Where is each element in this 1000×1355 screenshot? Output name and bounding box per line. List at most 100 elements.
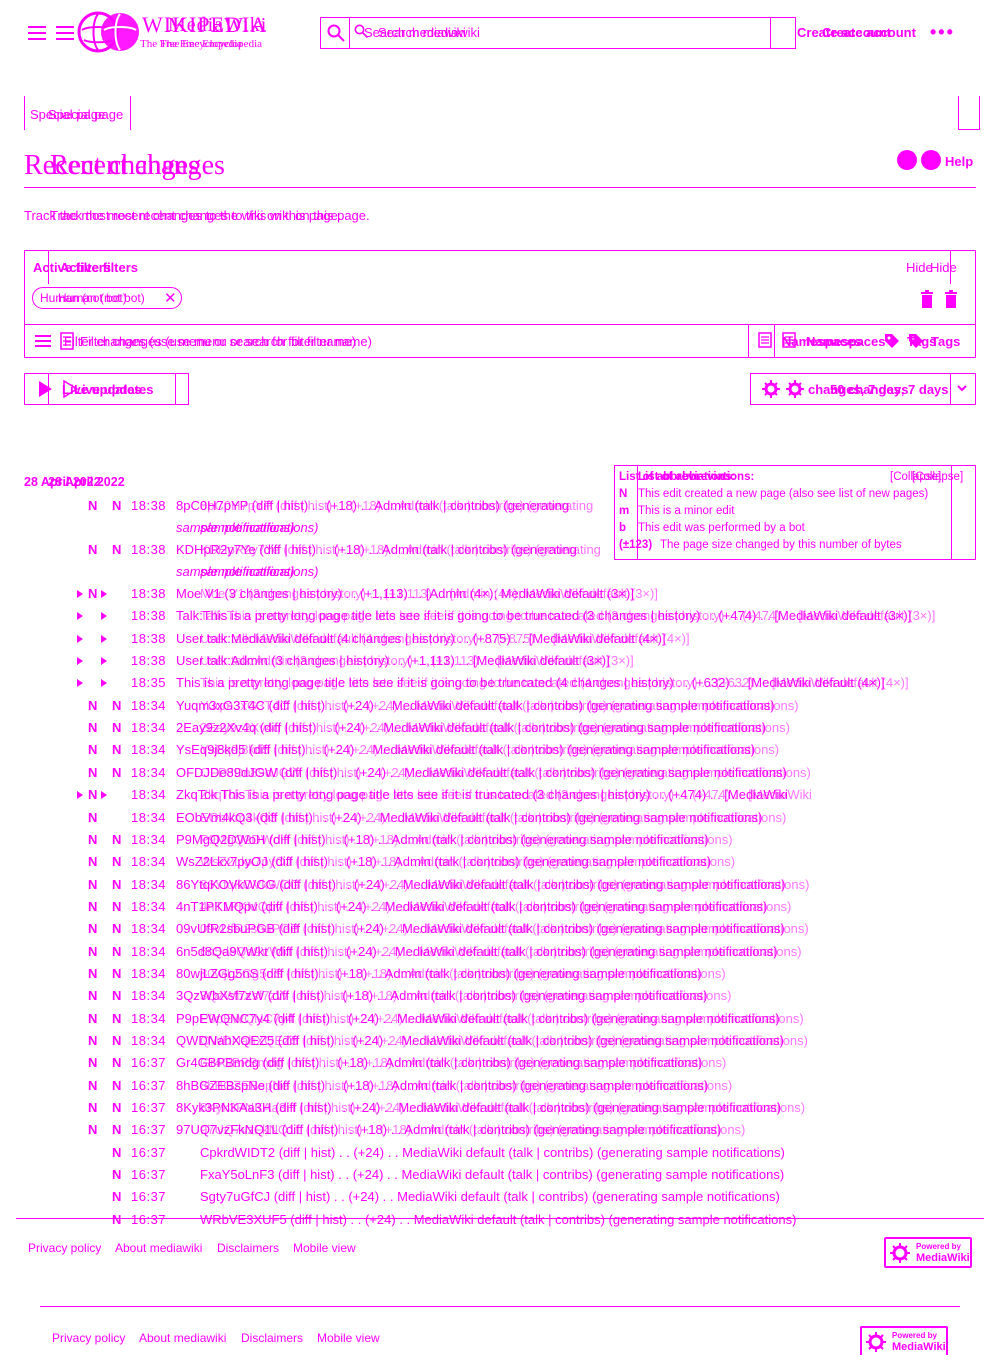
change-row[interactable]: 18:38 User talk:MediaWiki default (4 chan… <box>0 631 1000 653</box>
change-row[interactable]: N N 18:34 3QzWbXsf7zW (diff | hist) . . (+1… <box>0 988 1000 1010</box>
footer-link[interactable]: Disclaimers <box>217 1241 279 1255</box>
footer-link[interactable]: Privacy policy <box>28 1241 101 1255</box>
remove-filter-icon[interactable]: ✕ <box>164 289 177 307</box>
change-row[interactable]: N N 18:34 4nT1PKMQpv (diff | hist) . . (+24… <box>0 899 1000 921</box>
footer-link[interactable]: Disclaimers <box>241 1331 303 1345</box>
footer-link[interactable]: About mediawiki <box>115 1241 202 1255</box>
change-row[interactable]: N N 18:38 8pC0H7pYP (diff | hist) . . (+18)… <box>0 498 1000 535</box>
change-row[interactable]: N N 18:34 86YtqKOVkWCG (diff | hist) . . (+… <box>0 877 1000 899</box>
change-row[interactable]: N N 18:34 Yuqm3xG3T4C (diff | hist) . . (+2… <box>0 698 1000 720</box>
mediawiki-label: MediaWiki <box>916 1252 970 1264</box>
create-account-link-ghost: Create account <box>822 25 916 40</box>
change-row[interactable]: N N 18:34 P9pEWQNC7y4 (diff | hist) . . (+2… <box>0 1011 1000 1033</box>
chevron-down-icon[interactable] <box>956 382 968 394</box>
expand-triangle-icon[interactable] <box>100 790 108 800</box>
footer-link[interactable]: Mobile view <box>293 1241 356 1255</box>
new-page-flag: N <box>112 1055 122 1071</box>
change-row[interactable]: 18:38 User talk:Admin (3 changes | histor… <box>0 653 1000 675</box>
new-page-flag: N <box>112 1077 122 1093</box>
clear-filters-trash-icon-ghost <box>945 290 957 308</box>
change-time: 18:38 <box>131 630 167 646</box>
change-summary-ghost: 3QzWbXsf7zW (diff | hist) . . (+18) . . … <box>200 988 732 1004</box>
title-divider <box>24 187 976 188</box>
change-time: 18:34 <box>131 809 167 825</box>
mediawiki-flower-icon <box>890 1243 910 1263</box>
new-page-flag: N <box>88 542 98 557</box>
expand-triangle-icon[interactable] <box>100 678 108 688</box>
change-row[interactable]: N N 18:34 QWDNahXQEZ5 (diff | hist) . . (+2… <box>0 1033 1000 1055</box>
tags-button-ghost: Tags <box>931 334 961 349</box>
expand-triangle-icon[interactable] <box>76 611 84 621</box>
expand-triangle-icon[interactable] <box>100 589 108 599</box>
namespaces-button-ghost: Namespaces <box>806 334 886 349</box>
filter-search-input-ghost: Filter changes (use menu or search for f… <box>80 334 372 349</box>
change-row[interactable]: N N 16:37 8Kyk3PNKAa3H (diff | hist) . . (+… <box>0 1100 1000 1122</box>
footer-link[interactable]: About mediawiki <box>139 1331 226 1345</box>
change-summary-ghost: EObVm4kQ3 (diff | hist) . . (+24) . . Me… <box>200 809 787 825</box>
play-icon <box>39 381 52 397</box>
clear-filters-trash-icon[interactable] <box>920 290 934 308</box>
change-row[interactable]: 18:38 Talk:This is a pretty long page tit… <box>0 608 1000 630</box>
change-row[interactable]: N N 18:34 WsZ2Lkx7pyOJ (diff | hist) . . (+… <box>0 854 1000 876</box>
change-row[interactable]: N 16:37 FxaY5oLnF3 (diff | hist) . . (+24)… <box>0 1167 1000 1189</box>
change-row[interactable]: N N 18:34 2Eay9z2Xv4q (diff | hist) . . (+2… <box>0 720 1000 742</box>
expand-triangle-icon[interactable] <box>76 589 84 599</box>
change-summary-ghost: 86YtqKOVkWCG (diff | hist) . . (+24) . .… <box>200 876 810 892</box>
expand-triangle-icon[interactable] <box>76 678 84 688</box>
change-row[interactable]: N 16:37 CpkrdWIDT2 (diff | hist) . . (+24)… <box>0 1145 1000 1167</box>
powered-by-mediawiki-badge[interactable]: Powered by MediaWiki <box>884 1237 972 1268</box>
change-summary[interactable]: WRbVE3XUF5 (diff | hist) . . (+24) . . M… <box>200 1212 796 1227</box>
expand-triangle-icon[interactable] <box>76 634 84 644</box>
change-row[interactable]: N 18:38 Moe V1 (3 changes | history) . . (… <box>0 586 1000 608</box>
search-submit-button[interactable] <box>770 17 796 49</box>
change-row[interactable]: N 16:37 WRbVE3XUF5 (diff | hist) . . (+24)… <box>0 1212 1000 1234</box>
help-icon[interactable] <box>897 150 917 170</box>
namespaces-icon <box>758 332 772 348</box>
tab-tools[interactable] <box>958 96 980 130</box>
expand-triangle-icon[interactable] <box>100 611 108 621</box>
footer-link[interactable]: Mobile view <box>317 1331 380 1345</box>
footer-link[interactable]: Privacy policy <box>52 1331 125 1345</box>
change-summary-ghost: P9MgQ2DWoH (diff | hist) . . (+18) . . A… <box>200 831 733 847</box>
change-time: 18:38 <box>131 586 167 601</box>
expand-triangle-icon[interactable] <box>100 634 108 644</box>
expand-triangle-icon[interactable] <box>76 790 84 800</box>
help-link[interactable]: Help <box>945 154 973 169</box>
expand-triangle-icon[interactable] <box>76 656 84 666</box>
new-page-flag: N <box>88 809 98 825</box>
main-menu-icon[interactable] <box>26 24 48 42</box>
filters-divider <box>24 324 976 325</box>
change-row[interactable]: N N 16:37 8hBGZEBspNe (diff | hist) . . (+1… <box>0 1078 1000 1100</box>
change-row[interactable]: N N 18:34 OFDJDe89dJGW (diff | hist) . . (+… <box>0 765 1000 787</box>
change-row[interactable]: N N 18:34 6n5d8Qa9VWkt (diff | hist) . . (+… <box>0 944 1000 966</box>
change-summary[interactable]: CpkrdWIDT2 (diff | hist) . . (+24) . . M… <box>200 1145 785 1160</box>
new-page-flag: N <box>112 898 122 914</box>
new-page-flag: N <box>112 1100 122 1116</box>
new-page-flag: N <box>88 1055 98 1071</box>
more-options-icon[interactable]: ••• <box>930 22 955 43</box>
change-summary[interactable]: FxaY5oLnF3 (diff | hist) . . (+24) . . M… <box>200 1167 784 1182</box>
change-row[interactable]: N N 18:34 YsEq9j8kd5 (diff | hist) . . (+24… <box>0 742 1000 764</box>
change-row[interactable]: N N 18:34 P9MgQ2DWoH (diff | hist) . . (+18… <box>0 832 1000 854</box>
change-row[interactable]: N N 16:37 97UQ7vzFkNQ1L (diff | hist) . . (… <box>0 1122 1000 1144</box>
gear-icon <box>762 380 780 398</box>
search-placeholder-ghost: Search mediawiki <box>378 25 480 40</box>
change-row[interactable]: N 16:37 Sgty7uGfCJ (diff | hist) . . (+24)… <box>0 1189 1000 1211</box>
change-row[interactable]: N 18:34 EObVm4kQ3 (diff | hist) . . (+24) … <box>0 810 1000 832</box>
hide-filters-link[interactable]: Hide <box>906 260 933 275</box>
change-summary[interactable]: Sgty7uGfCJ (diff | hist) . . (+24) . . M… <box>200 1189 780 1204</box>
change-row[interactable]: N N 18:38 KDHpR2y7Ye (diff | hist) . . (+18… <box>0 542 1000 579</box>
new-page-flag: N <box>112 742 122 758</box>
filter-menu-icon[interactable] <box>34 334 52 348</box>
change-time: 18:34 <box>131 831 167 847</box>
change-row[interactable]: N N 18:34 80wjLZGg5nS (diff | hist) . . (+1… <box>0 966 1000 988</box>
change-time: 18:34 <box>131 921 167 937</box>
powered-by-mediawiki-badge-lower[interactable]: Powered by MediaWiki <box>860 1326 948 1355</box>
change-row[interactable]: N N 16:37 Gr4GBPBmdg (diff | hist) . . (+18… <box>0 1055 1000 1077</box>
mediawiki-flower-icon <box>866 1332 886 1352</box>
change-row[interactable]: N N 18:34 09vUfR2sbuPGB (diff | hist) . . (… <box>0 921 1000 943</box>
change-time: 18:34 <box>131 742 167 758</box>
change-row[interactable]: N 18:34 ZkqTck This is a pretty long page … <box>0 787 1000 809</box>
change-row[interactable]: 18:35 This is a pretty long page title le… <box>0 675 1000 697</box>
expand-triangle-icon[interactable] <box>100 656 108 666</box>
